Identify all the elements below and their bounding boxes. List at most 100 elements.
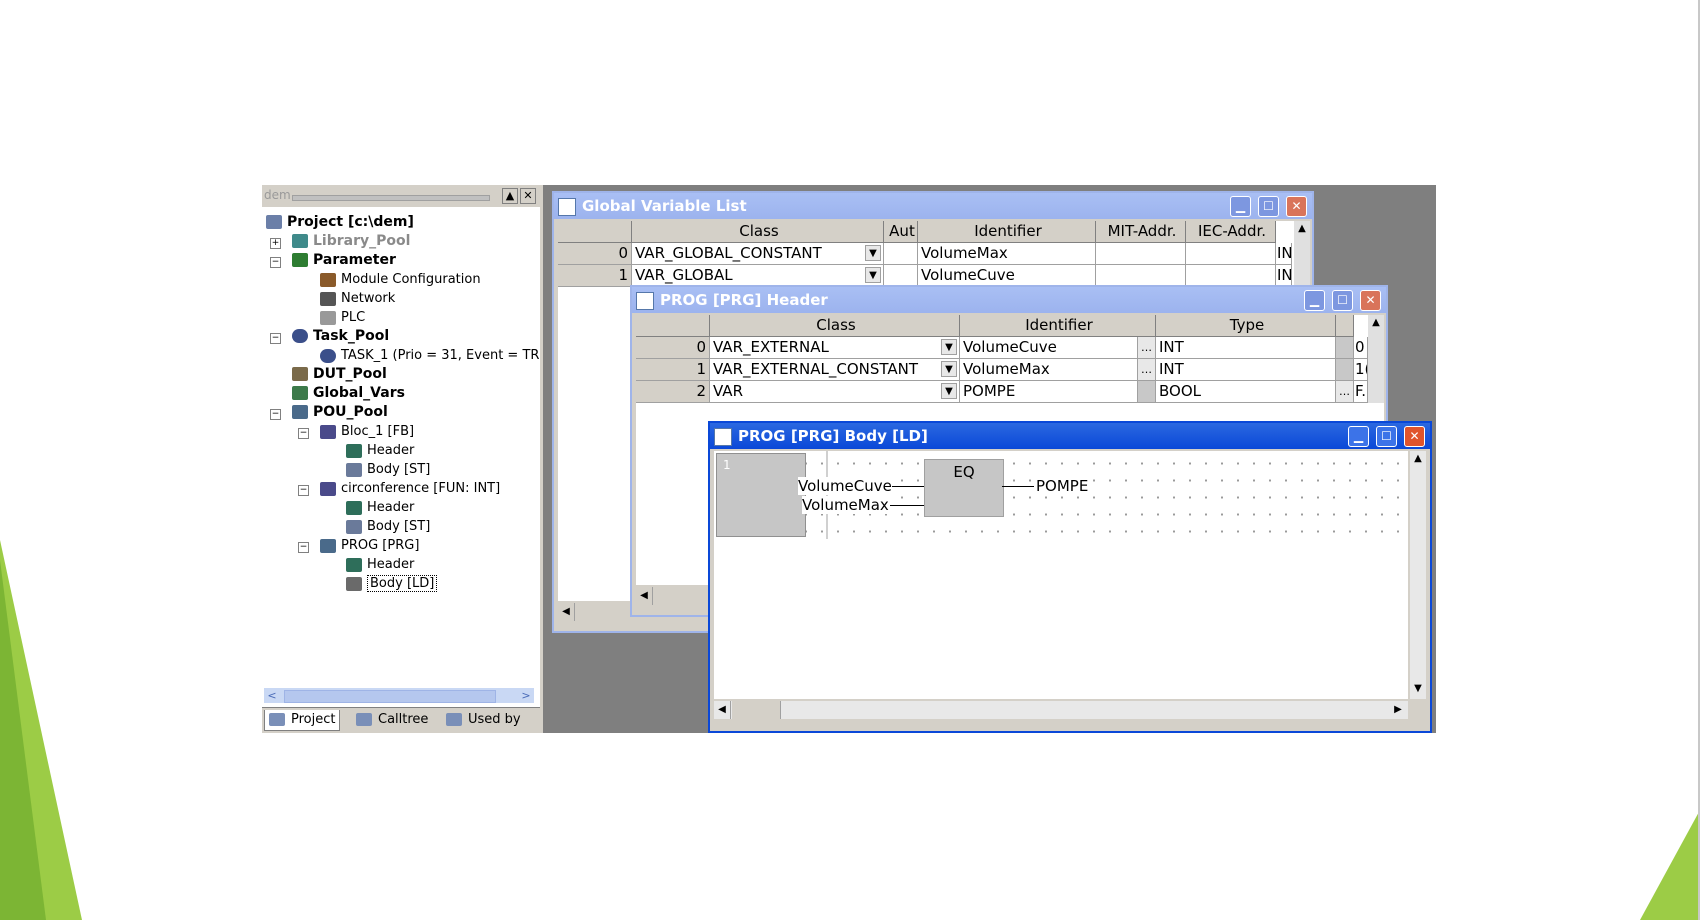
identifier-cell[interactable]: VolumeCuve [960, 337, 1138, 359]
tree-item-bloc-1-body[interactable]: Body [ST] [346, 460, 430, 479]
tab-used-by[interactable]: Used by [442, 710, 525, 730]
column-header-type[interactable]: Type [1156, 315, 1336, 337]
tree-item-network[interactable]: Network [320, 289, 395, 308]
init-value-cell-truncated[interactable]: 1( [1354, 359, 1368, 381]
collapse-icon[interactable]: − [298, 542, 309, 553]
minimize-button[interactable]: ▁ [1230, 196, 1251, 217]
input-label-2[interactable]: VolumeMax [802, 496, 889, 514]
scroll-left-icon[interactable]: ◀ [558, 603, 575, 621]
header-vertical-scrollbar[interactable]: ▲ [1368, 315, 1384, 403]
tree-item-pou-pool[interactable]: POU_Pool [292, 403, 388, 422]
init-value-cell-truncated[interactable]: F. [1354, 381, 1368, 403]
tree-item-bloc-1[interactable]: Bloc_1 [FB] [320, 422, 414, 441]
tree-item-prog-header[interactable]: Header [346, 555, 414, 574]
column-header-iec-addr[interactable]: IEC-Addr. [1186, 221, 1276, 243]
tree-item-project[interactable]: Project [c:\dem] [266, 213, 414, 232]
body-horizontal-scrollbar[interactable]: ◀ ▶ [714, 701, 1408, 719]
class-cell[interactable]: VAR_EXTERNAL ▼ [710, 337, 960, 359]
type-browse-button[interactable]: … [1336, 381, 1354, 403]
chevron-down-icon[interactable]: ▼ [941, 383, 957, 399]
scroll-up-icon[interactable]: ▲ [1368, 315, 1384, 331]
browse-button[interactable]: … [1138, 359, 1156, 381]
aut-cell[interactable] [884, 243, 918, 265]
close-button[interactable]: ✕ [1286, 196, 1307, 217]
scroll-thumb[interactable] [284, 690, 496, 703]
scroll-up-icon[interactable]: ▲ [1294, 221, 1310, 237]
class-cell[interactable]: VAR_GLOBAL_CONSTANT ▼ [632, 243, 884, 265]
identifier-cell[interactable]: VolumeMax [960, 359, 1138, 381]
scroll-right-icon[interactable]: > [518, 688, 534, 703]
explorer-header-grip[interactable] [292, 195, 490, 201]
type-cell-truncated[interactable]: IN [1276, 243, 1292, 265]
gvl-titlebar[interactable]: Global Variable List ▁ ☐ ✕ [554, 193, 1312, 219]
rung[interactable]: 1 VolumeCuve VolumeMax EQ POMPE [714, 451, 1408, 539]
column-header-identifier[interactable]: Identifier [960, 315, 1156, 337]
type-cell[interactable]: INT [1156, 337, 1336, 359]
type-cell[interactable]: INT [1156, 359, 1336, 381]
class-cell[interactable]: VAR_EXTERNAL_CONSTANT ▼ [710, 359, 960, 381]
dock-icon[interactable]: ▲ [502, 188, 518, 204]
minimize-button[interactable]: ▁ [1348, 426, 1369, 447]
scroll-left-icon[interactable]: ◀ [636, 587, 653, 605]
column-header-mit-addr[interactable]: MIT-Addr. [1096, 221, 1186, 243]
identifier-cell[interactable]: POMPE [960, 381, 1138, 403]
chevron-down-icon[interactable]: ▼ [865, 245, 881, 261]
browse-button[interactable]: … [1138, 337, 1156, 359]
scroll-down-icon[interactable]: ▼ [1410, 681, 1426, 697]
identifier-cell[interactable]: VolumeMax [918, 243, 1096, 265]
gvl-horizontal-scrollbar[interactable]: ◀ [558, 603, 628, 621]
column-header-class[interactable]: Class [710, 315, 960, 337]
close-icon[interactable]: ✕ [520, 188, 536, 204]
iec-addr-cell[interactable] [1186, 265, 1276, 287]
output-label[interactable]: POMPE [1036, 477, 1089, 495]
tree-item-plc[interactable]: PLC [320, 308, 365, 327]
header-titlebar[interactable]: PROG [PRG] Header ▁ ☐ ✕ [632, 287, 1386, 313]
gvl-vertical-scrollbar[interactable]: ▲ [1294, 221, 1310, 287]
chevron-down-icon[interactable]: ▼ [865, 267, 881, 283]
tree-item-circonference[interactable]: circonference [FUN: INT] [320, 479, 500, 498]
chevron-down-icon[interactable]: ▼ [941, 361, 957, 377]
column-header-aut[interactable]: Aut [884, 221, 918, 243]
maximize-button[interactable]: ☐ [1258, 196, 1279, 217]
tree-item-task-pool[interactable]: Task_Pool [292, 327, 389, 346]
column-header-identifier[interactable]: Identifier [918, 221, 1096, 243]
collapse-icon[interactable]: − [270, 257, 281, 268]
scroll-thumb[interactable] [732, 701, 781, 719]
explorer-horizontal-scrollbar[interactable]: < > [264, 688, 534, 703]
class-cell[interactable]: VAR ▼ [710, 381, 960, 403]
collapse-icon[interactable]: − [270, 409, 281, 420]
expand-icon[interactable]: + [270, 238, 281, 249]
tree-item-module-configuration[interactable]: Module Configuration [320, 270, 481, 289]
aut-cell[interactable] [884, 265, 918, 287]
class-cell[interactable]: VAR_GLOBAL ▼ [632, 265, 884, 287]
collapse-icon[interactable]: − [270, 333, 281, 344]
identifier-cell[interactable]: VolumeCuve [918, 265, 1096, 287]
maximize-button[interactable]: ☐ [1376, 426, 1397, 447]
scroll-left-icon[interactable]: < [264, 688, 280, 703]
scroll-right-icon[interactable]: ▶ [1390, 701, 1406, 719]
tree-item-task-1[interactable]: TASK_1 (Prio = 31, Event = TR [320, 346, 539, 365]
minimize-button[interactable]: ▁ [1304, 290, 1325, 311]
tree-item-prog[interactable]: PROG [PRG] [320, 536, 419, 555]
ladder-editor[interactable]: 1 VolumeCuve VolumeMax EQ POMPE [714, 451, 1408, 699]
close-button[interactable]: ✕ [1360, 290, 1381, 311]
tab-project[interactable]: Project [264, 710, 341, 731]
mit-addr-cell[interactable] [1096, 243, 1186, 265]
maximize-button[interactable]: ☐ [1332, 290, 1353, 311]
body-titlebar[interactable]: PROG [PRG] Body [LD] ▁ ☐ ✕ [710, 423, 1430, 449]
tree-item-circonference-header[interactable]: Header [346, 498, 414, 517]
tree-item-parameter[interactable]: Parameter [292, 251, 396, 270]
type-cell[interactable]: BOOL [1156, 381, 1336, 403]
tree-item-circonference-body[interactable]: Body [ST] [346, 517, 430, 536]
collapse-icon[interactable]: − [298, 428, 309, 439]
browse-button[interactable] [1138, 381, 1156, 403]
init-value-cell-truncated[interactable]: 0 [1354, 337, 1368, 359]
type-browse-button[interactable] [1336, 359, 1354, 381]
body-vertical-scrollbar[interactable]: ▲ ▼ [1410, 451, 1426, 699]
mit-addr-cell[interactable] [1096, 265, 1186, 287]
tree-item-dut-pool[interactable]: DUT_Pool [292, 365, 387, 384]
tree-item-bloc-1-header[interactable]: Header [346, 441, 414, 460]
type-browse-button[interactable] [1336, 337, 1354, 359]
header-horizontal-scrollbar[interactable]: ◀ [636, 587, 706, 605]
column-header-class[interactable]: Class [632, 221, 884, 243]
